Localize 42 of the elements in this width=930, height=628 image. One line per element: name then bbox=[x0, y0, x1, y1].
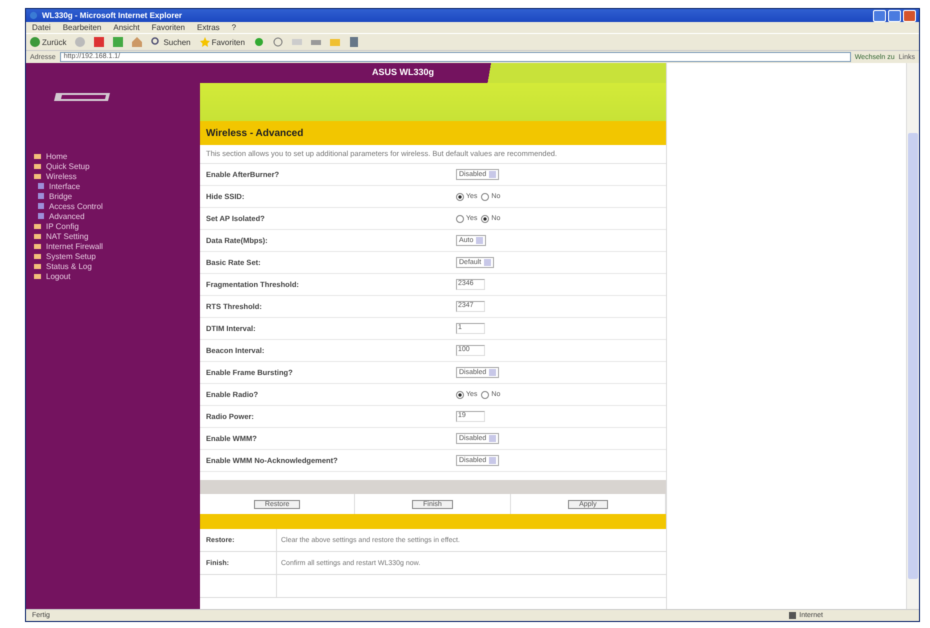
sidebar-item[interactable]: Wireless bbox=[34, 171, 200, 181]
sidebar-subitem[interactable]: Interface bbox=[34, 181, 200, 191]
stop-icon[interactable] bbox=[94, 37, 104, 47]
radio-button[interactable] bbox=[456, 390, 464, 398]
search-icon bbox=[151, 37, 162, 47]
back-button[interactable]: Zurück bbox=[30, 37, 66, 47]
close-button[interactable] bbox=[903, 10, 916, 22]
home-icon[interactable] bbox=[132, 37, 142, 47]
radio-button[interactable] bbox=[456, 214, 464, 222]
sidebar-item[interactable]: Logout bbox=[34, 271, 200, 281]
sidebar-item[interactable]: Internet Firewall bbox=[34, 241, 200, 251]
search-button[interactable]: Suchen bbox=[151, 37, 191, 47]
sidebar-item[interactable]: NAT Setting bbox=[34, 231, 200, 241]
logo-icon bbox=[52, 91, 112, 103]
scrollbar[interactable] bbox=[906, 63, 919, 609]
sidebar-item[interactable]: System Setup bbox=[34, 251, 200, 261]
sidebar-item[interactable]: Quick Setup bbox=[34, 161, 200, 171]
menu-item[interactable]: Favoriten bbox=[152, 23, 185, 32]
menu-item[interactable]: Datei bbox=[32, 23, 51, 32]
browser-icon bbox=[29, 11, 38, 20]
sidebar-subitem[interactable]: Access Control bbox=[34, 201, 200, 211]
window-title: WL330g - Microsoft Internet Explorer bbox=[42, 11, 184, 20]
maximize-button[interactable] bbox=[888, 10, 901, 22]
sidebar-item[interactable]: Status & Log bbox=[34, 261, 200, 271]
minimize-button[interactable] bbox=[873, 10, 886, 22]
menu-item[interactable]: Extras bbox=[196, 23, 220, 32]
radio-button[interactable] bbox=[481, 390, 490, 398]
refresh-icon[interactable] bbox=[113, 37, 124, 47]
sidebar-item[interactable]: IP Config bbox=[34, 221, 200, 231]
sidebar-subitem[interactable]: Advanced bbox=[34, 211, 200, 221]
menu-item[interactable]: Ansicht bbox=[113, 23, 140, 32]
sidebar-item[interactable]: Home bbox=[34, 151, 200, 161]
radio-button[interactable] bbox=[481, 192, 490, 200]
menu-item[interactable]: ? bbox=[232, 23, 236, 32]
radio-button[interactable] bbox=[456, 192, 464, 200]
radio-button[interactable] bbox=[481, 214, 490, 222]
product-name: ASUS WL330g bbox=[372, 67, 434, 79]
star-icon bbox=[200, 37, 210, 47]
favorites-button[interactable]: Favoriten bbox=[200, 37, 245, 47]
sidebar-subitem[interactable]: Bridge bbox=[34, 191, 200, 201]
section-title: Wireless - Advanced bbox=[200, 121, 666, 145]
menu-item[interactable]: Bearbeiten bbox=[62, 23, 102, 32]
